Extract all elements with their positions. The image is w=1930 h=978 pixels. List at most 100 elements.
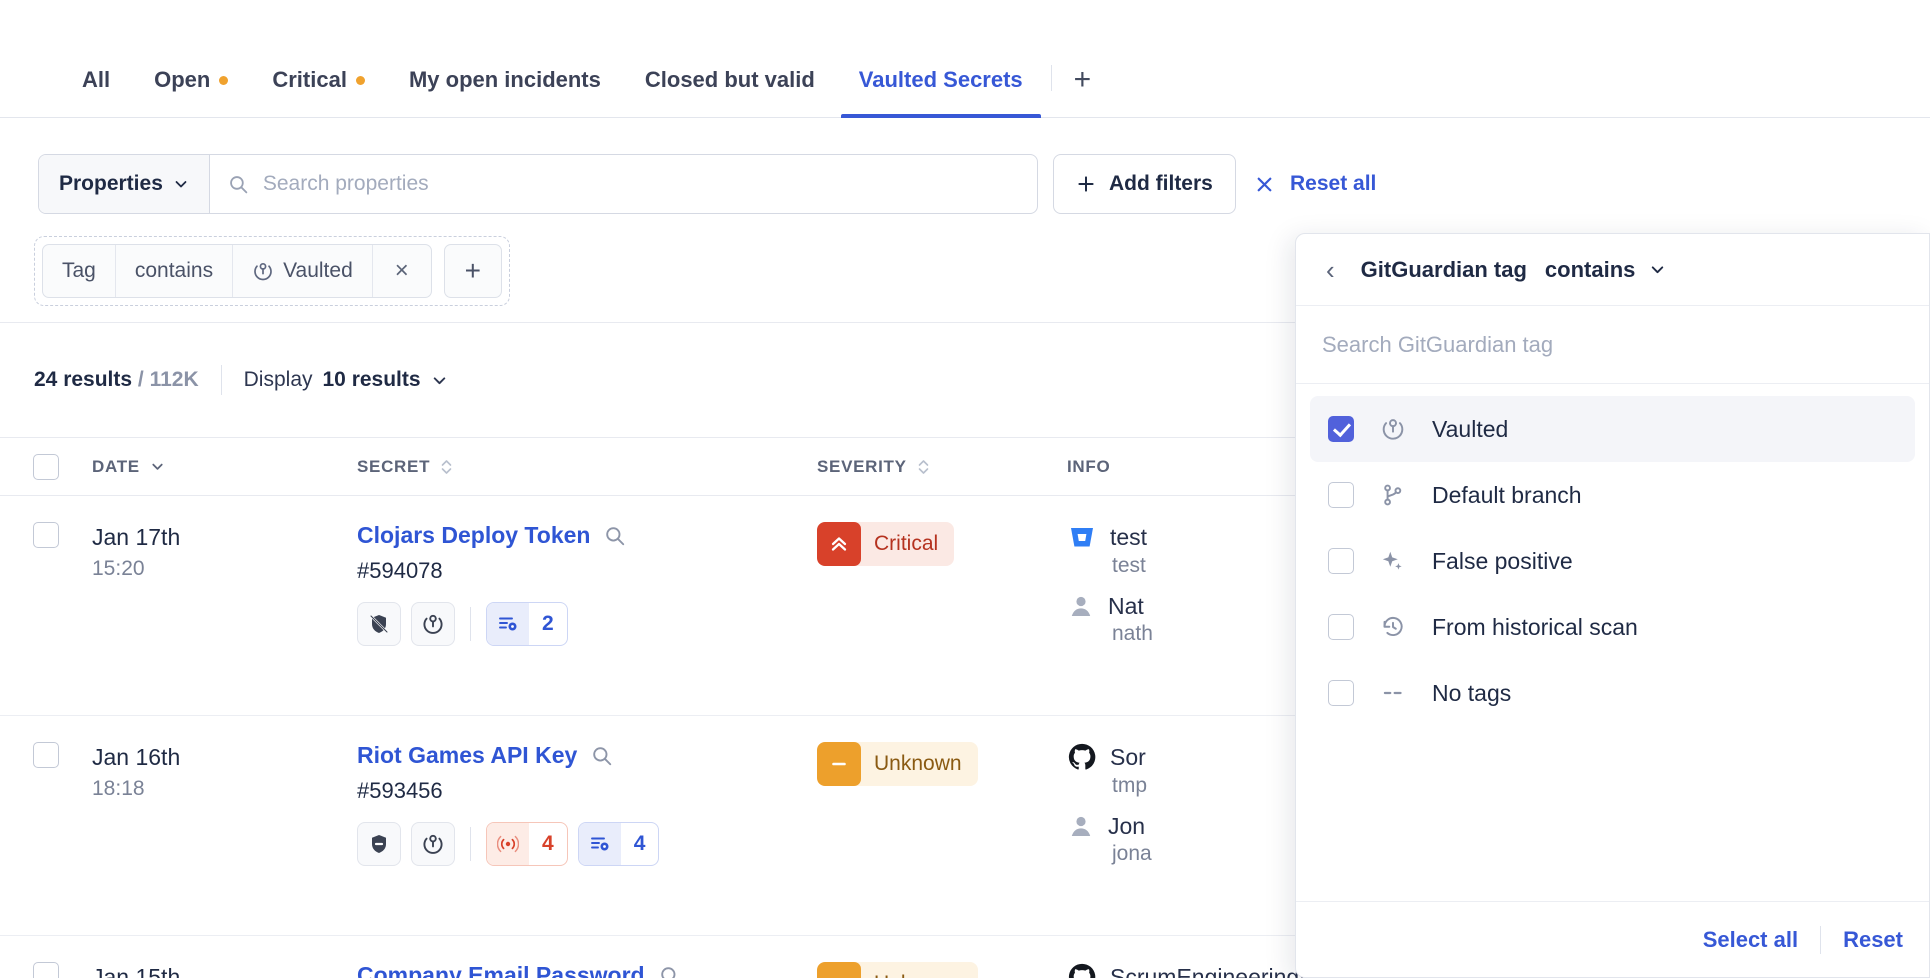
occurrences-counter[interactable]: 2 <box>486 602 568 646</box>
status-badge: Unknown <box>817 742 978 786</box>
row-secret-cell: Company Email Password <box>357 962 817 978</box>
chip-remove-button[interactable]: × <box>373 245 431 297</box>
add-tab-button[interactable]: + <box>1058 65 1108 117</box>
display-count-select[interactable]: Display 10 results <box>244 368 448 392</box>
option-false-positive[interactable]: False positive <box>1310 528 1915 594</box>
occurrences-counter[interactable]: 4 <box>577 822 660 866</box>
chip-operator[interactable]: contains <box>116 245 234 297</box>
results-count-value: 24 results <box>34 368 133 391</box>
dashes-icon <box>1380 680 1406 706</box>
panel-search-input[interactable] <box>1320 330 1905 359</box>
column-header-severity[interactable]: SEVERITY <box>817 457 1067 477</box>
back-chevron-icon[interactable]: ‹ <box>1318 257 1343 283</box>
tab-all[interactable]: All <box>60 67 132 117</box>
status-badge: Unknown <box>817 962 978 978</box>
panel-option-list: Vaulted Default branch False positive Fr… <box>1296 384 1929 901</box>
panel-operator-select[interactable]: contains <box>1545 257 1666 283</box>
secret-link[interactable]: Clojars Deploy Token <box>357 522 817 549</box>
vault-icon[interactable] <box>411 602 455 646</box>
secret-name: Riot Games API Key <box>357 742 578 768</box>
search-input[interactable] <box>260 171 1019 197</box>
results-count: 24 results / 112K <box>34 368 199 392</box>
row-checkbox[interactable] <box>33 962 59 978</box>
info-source-name: Sor <box>1110 743 1146 770</box>
user-icon <box>1067 592 1095 620</box>
vault-icon[interactable] <box>411 822 455 866</box>
close-icon <box>1254 174 1275 195</box>
option-vaulted[interactable]: Vaulted <box>1310 396 1915 462</box>
column-label: INFO <box>1067 456 1111 476</box>
column-header-secret[interactable]: SECRET <box>357 457 817 477</box>
option-default-branch[interactable]: Default branch <box>1310 462 1915 528</box>
select-all-checkbox[interactable] <box>33 453 59 480</box>
column-label: SECRET <box>357 456 431 476</box>
shield-off-icon[interactable] <box>357 602 401 646</box>
row-date: Jan 16th <box>92 744 181 770</box>
filter-chip-tag[interactable]: Tag contains Vaulted × <box>42 244 432 298</box>
incident-id: #593456 <box>357 778 443 803</box>
add-filters-button[interactable]: Add filters <box>1053 154 1236 214</box>
occurrences-icon <box>578 823 621 865</box>
badge-divider <box>470 607 471 641</box>
reset-all-label: Reset all <box>1290 172 1377 195</box>
select-all-button[interactable]: Select all <box>1703 927 1798 953</box>
tab-label: Closed but valid <box>644 67 815 92</box>
secret-link[interactable]: Company Email Password <box>357 962 817 978</box>
tab-my-open-incidents[interactable]: My open incidents <box>387 67 623 117</box>
row-checkbox[interactable] <box>33 522 59 548</box>
info-user-name: Nat <box>1108 592 1144 619</box>
tab-critical[interactable]: Critical <box>250 67 387 117</box>
option-from-historical-scan[interactable]: From historical scan <box>1310 594 1915 660</box>
add-filter-chip-button[interactable]: + <box>443 244 502 298</box>
shield-minus-icon[interactable] <box>357 822 401 866</box>
option-checkbox[interactable] <box>1328 614 1354 640</box>
search-icon[interactable] <box>591 745 613 767</box>
search-icon[interactable] <box>604 525 626 547</box>
active-filters-row: Tag contains Vaulted × + <box>34 236 510 306</box>
row-checkbox[interactable] <box>33 742 59 768</box>
option-checkbox[interactable] <box>1328 416 1354 442</box>
reset-all-button[interactable]: Reset all <box>1240 154 1390 214</box>
secret-link[interactable]: Riot Games API Key <box>357 742 817 769</box>
option-checkbox[interactable] <box>1328 548 1354 574</box>
plus-icon <box>1076 174 1096 194</box>
option-label: Vaulted <box>1432 415 1509 442</box>
incidents-page: All Open Critical My open incidents Clos… <box>0 0 1930 978</box>
secret-name: Clojars Deploy Token <box>357 522 591 548</box>
live-occurrences-counter[interactable]: 4 <box>486 822 568 866</box>
properties-dropdown-button[interactable]: Properties <box>39 155 210 213</box>
tab-closed-but-valid[interactable]: Closed but valid <box>623 67 837 117</box>
column-label: DATE <box>92 456 140 476</box>
option-no-tags[interactable]: No tags <box>1310 660 1915 726</box>
tab-bar: All Open Critical My open incidents Clos… <box>0 0 1930 118</box>
bitbucket-icon <box>1067 522 1097 552</box>
tab-vaulted-secrets[interactable]: Vaulted Secrets <box>837 67 1045 118</box>
row-date-cell: Jan 17th 15:20 <box>92 522 357 581</box>
minus-icon <box>817 742 861 786</box>
occurrences-count: 2 <box>542 612 554 635</box>
search-icon[interactable] <box>659 965 681 978</box>
results-total: 112K <box>149 368 199 391</box>
reset-button[interactable]: Reset <box>1843 927 1903 953</box>
row-date-cell: Jan 16th 18:18 <box>92 742 357 801</box>
info-user-name: Jon <box>1108 812 1146 839</box>
tab-open[interactable]: Open <box>132 67 250 117</box>
chip-value[interactable]: Vaulted <box>233 245 373 297</box>
row-badges: 2 <box>357 602 817 646</box>
row-select-cell <box>0 522 92 548</box>
chevrons-up-icon <box>817 522 861 566</box>
row-time: 18:18 <box>92 777 145 801</box>
tab-label: Critical <box>272 67 347 92</box>
column-header-date[interactable]: DATE <box>92 457 357 477</box>
severity-label: Unknown <box>861 972 962 978</box>
search-field-wrap <box>210 155 1037 213</box>
panel-header: ‹ GitGuardian tag contains <box>1296 234 1929 306</box>
option-checkbox[interactable] <box>1328 482 1354 508</box>
live-occurrences-count: 4 <box>542 832 554 855</box>
row-severity-cell: Critical <box>817 522 1067 566</box>
option-checkbox[interactable] <box>1328 680 1354 706</box>
tab-divider <box>1050 65 1052 91</box>
display-value: 10 results <box>322 368 421 391</box>
tab-label: Open <box>154 67 211 92</box>
chip-field[interactable]: Tag <box>43 245 116 297</box>
